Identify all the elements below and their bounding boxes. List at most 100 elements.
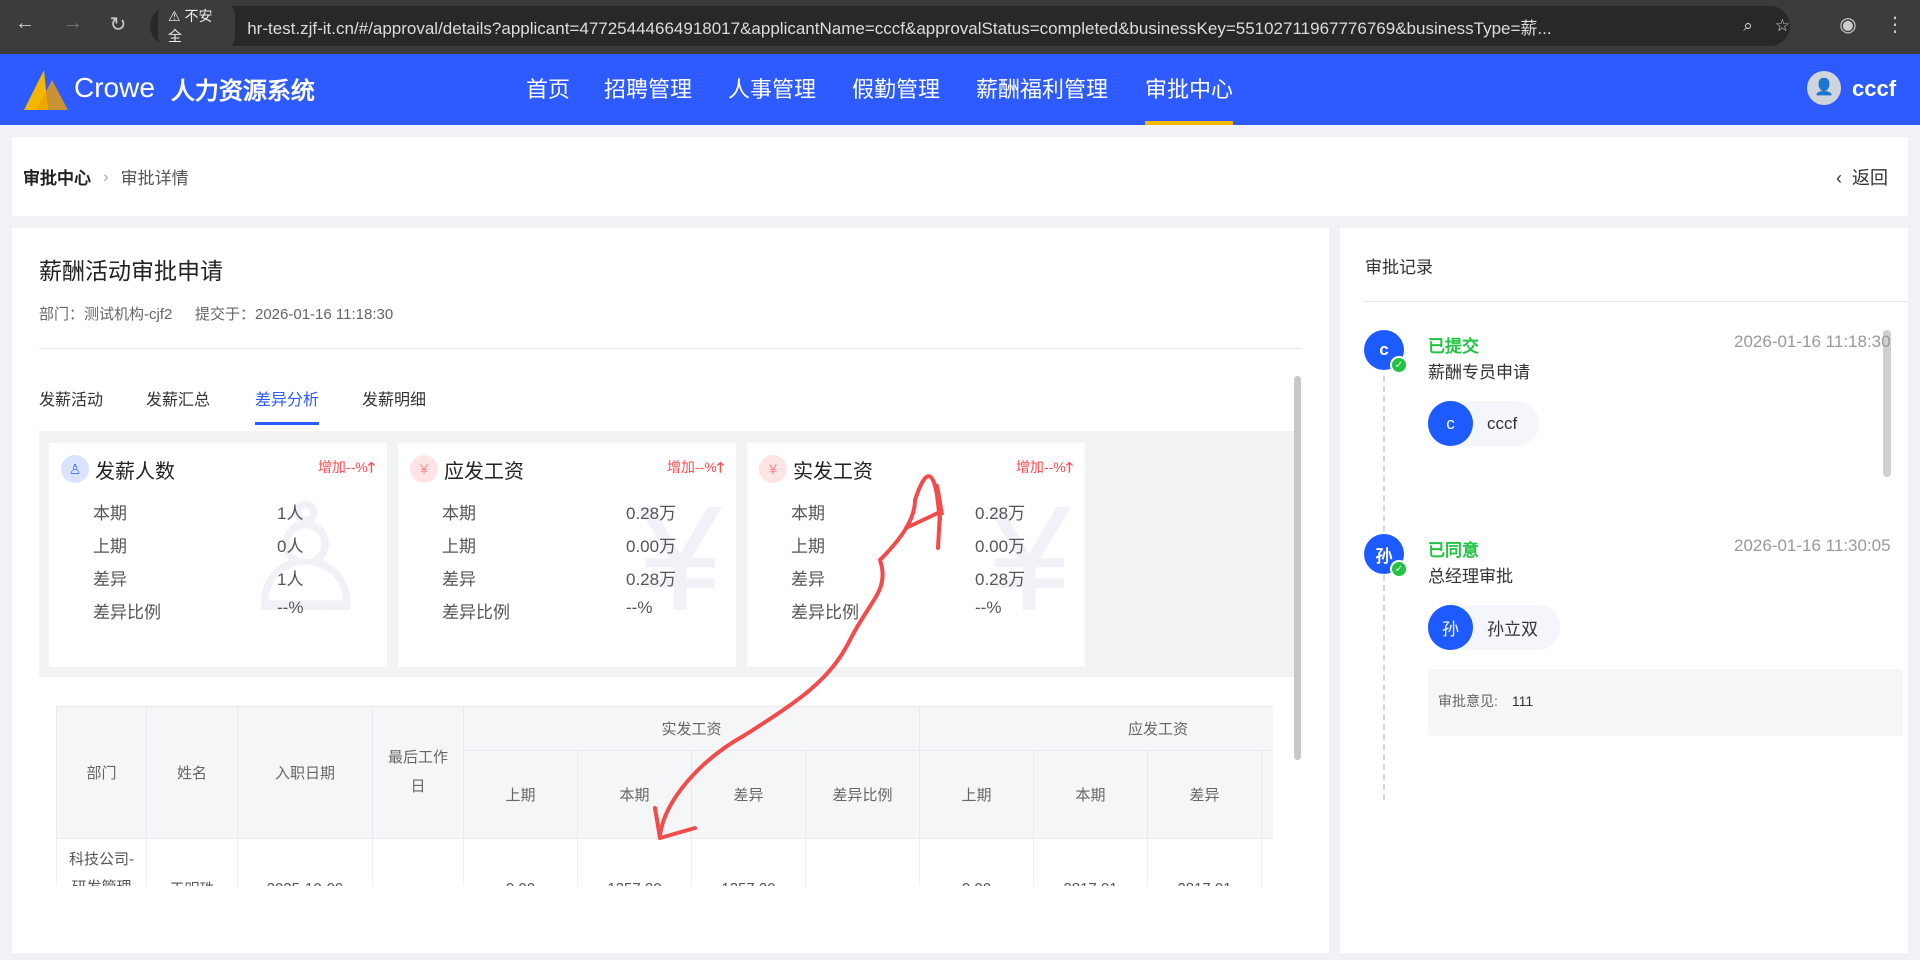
- logo[interactable]: Crowe 人力资源系统: [22, 66, 315, 110]
- stat-label: 本期: [442, 504, 476, 523]
- stat-label: 差异: [442, 570, 476, 589]
- subcol-header: 差异: [691, 750, 806, 839]
- system-name: 人力资源系统: [170, 77, 315, 105]
- submitted-time: 提交于：2026-01-16 11:18:30: [195, 306, 394, 323]
- tab-activity[interactable]: 发薪活动: [39, 386, 103, 422]
- breadcrumb: 审批中心 › 审批详情 ‹ 返回: [12, 137, 1908, 216]
- table-cell: 0.00: [463, 838, 578, 886]
- profile-icon[interactable]: ◉: [1833, 12, 1863, 37]
- nav-recruitment[interactable]: 招聘管理: [604, 54, 692, 125]
- stat-title: 应发工资: [444, 461, 524, 483]
- table-cell: [372, 838, 464, 886]
- user-avatar: c: [1428, 401, 1473, 446]
- stat-label: 差异比例: [442, 603, 510, 622]
- stat-label: 本期: [93, 504, 127, 523]
- scrollbar[interactable]: [1294, 376, 1301, 760]
- subcol-header: 本期: [1033, 750, 1149, 839]
- department: 部门：测试机构-cjf2: [39, 306, 173, 323]
- stat-change: 增加--%🡑: [1016, 457, 1073, 481]
- stat-value: --%: [975, 598, 1002, 617]
- stat-row: 本期 0.28万: [791, 499, 1051, 524]
- stat-label: 本期: [791, 504, 825, 523]
- people-icon: ♙: [61, 455, 89, 483]
- nav-home[interactable]: 首页: [526, 54, 570, 125]
- col-name: 姓名: [146, 706, 238, 839]
- table-row: 科技公司-研发管理部于明珠2025-10-090.001357.201357.2…: [56, 838, 1273, 886]
- chevron-left-icon: ‹: [1836, 167, 1842, 188]
- menu-icon[interactable]: ⋮: [1880, 12, 1910, 37]
- approval-comment: 审批意见: 111: [1428, 669, 1903, 736]
- breadcrumb-root[interactable]: 审批中心: [23, 164, 91, 189]
- arrow-up-icon: 🡑: [716, 459, 724, 475]
- stat-title: 实发工资: [793, 461, 873, 483]
- nav-approval[interactable]: 审批中心: [1145, 54, 1234, 125]
- approver-chip: c cccf: [1428, 401, 1540, 446]
- stat-card: ¥ ¥ 实发工资 增加--%🡑 本期 0.28万 上期 0.00万 差异 0.28万 差异比例…: [747, 443, 1085, 667]
- subcol-header: 差: [1261, 750, 1273, 839]
- record-time: 2026-01-16 11:30:05: [1734, 536, 1891, 555]
- group-net-pay: 实发工资: [462, 706, 921, 751]
- table-cell: 科技公司-研发管理部: [56, 838, 147, 886]
- divider: [1363, 301, 1908, 302]
- stat-label: 上期: [791, 537, 825, 556]
- stat-row: 本期 1人: [93, 499, 353, 524]
- stat-value: 0.28万: [626, 504, 677, 523]
- money-bag-icon: ¥: [410, 455, 438, 483]
- table-cell: 于明珠: [146, 838, 238, 886]
- nav-personnel[interactable]: 人事管理: [728, 54, 816, 125]
- page-title: 薪酬活动审批申请: [39, 258, 223, 284]
- change-label: 增加--%: [666, 459, 717, 475]
- subcol-header: 差异比例: [804, 750, 921, 839]
- user-avatar[interactable]: 👤: [1807, 71, 1841, 105]
- records-title: 审批记录: [1365, 258, 1433, 277]
- stat-value: --%: [277, 598, 304, 617]
- user-avatar: 孙: [1428, 605, 1473, 650]
- table-cell: 2817.01: [1147, 838, 1263, 886]
- back-button[interactable]: ‹ 返回: [1836, 164, 1888, 190]
- money-bag-icon: ¥: [759, 455, 787, 483]
- reload-icon[interactable]: ↻: [103, 12, 133, 37]
- col-last-day: 最后工作日: [372, 706, 464, 839]
- stat-value: 1人: [277, 570, 304, 589]
- tab-detail[interactable]: 发薪明细: [362, 386, 426, 422]
- stat-value: 1人: [277, 504, 304, 523]
- back-icon[interactable]: ←: [10, 12, 40, 35]
- stat-row: 差异比例 --%: [93, 598, 353, 623]
- records-scrollbar[interactable]: [1883, 330, 1891, 477]
- stat-change: 增加--%🡑: [318, 457, 375, 481]
- nav-attendance[interactable]: 假勤管理: [852, 54, 940, 125]
- address-bar[interactable]: ⚠ 不安全 hr-test.zjf-it.cn/#/approval/detai…: [150, 2, 1790, 50]
- subcol-header: 上期: [463, 750, 578, 839]
- stat-row: 上期 0.00万: [442, 532, 702, 557]
- chevron-right-icon: ›: [103, 166, 109, 186]
- nav-payroll[interactable]: 薪酬福利管理: [976, 54, 1108, 125]
- stat-label: 差异比例: [791, 603, 859, 622]
- crowe-logo-icon: [24, 70, 68, 110]
- record-status: 已同意: [1428, 541, 1479, 560]
- group-gross-pay: 应发工资: [919, 706, 1273, 751]
- tab-diff[interactable]: 差异分析: [255, 386, 320, 425]
- stat-value: 0.00万: [975, 537, 1026, 556]
- tab-summary[interactable]: 发薪汇总: [146, 386, 210, 422]
- forward-icon[interactable]: →: [58, 12, 88, 35]
- col-hire-date: 入职日期: [237, 706, 373, 839]
- insecure-badge[interactable]: ⚠ 不安全: [158, 2, 236, 50]
- record-status: 已提交: [1428, 337, 1479, 356]
- stat-row: 差异 1人: [93, 565, 353, 590]
- stat-label: 差异: [93, 570, 127, 589]
- stat-label: 差异比例: [93, 603, 161, 622]
- stat-card: ♙ ♙ 发薪人数 增加--%🡑 本期 1人 上期 0人 差异 1人 差异比例 --%: [49, 443, 387, 667]
- table-cell: 1357.20: [691, 838, 806, 886]
- arrow-up-icon: 🡑: [1065, 459, 1073, 475]
- browser-toolbar: ← → ↻ ⚠ 不安全 hr-test.zjf-it.cn/#/approval…: [0, 0, 1920, 54]
- stat-value: 0.28万: [626, 570, 677, 589]
- user-name: cccf: [1487, 413, 1518, 433]
- user-name[interactable]: cccf: [1852, 76, 1896, 102]
- stat-row: 差异比例 --%: [791, 598, 1051, 623]
- star-icon[interactable]: ☆: [1775, 16, 1790, 36]
- zoom-icon[interactable]: ⌕: [1743, 16, 1753, 36]
- comment-text: 111: [1511, 693, 1534, 709]
- record-time: 2026-01-16 11:18:30: [1734, 332, 1891, 351]
- diff-table: 部门 姓名 入职日期 最后工作日 实发工资 应发工资 上期 本期 差异 差异比例 上期本…: [56, 706, 1273, 886]
- brand-name: Crowe: [74, 72, 155, 103]
